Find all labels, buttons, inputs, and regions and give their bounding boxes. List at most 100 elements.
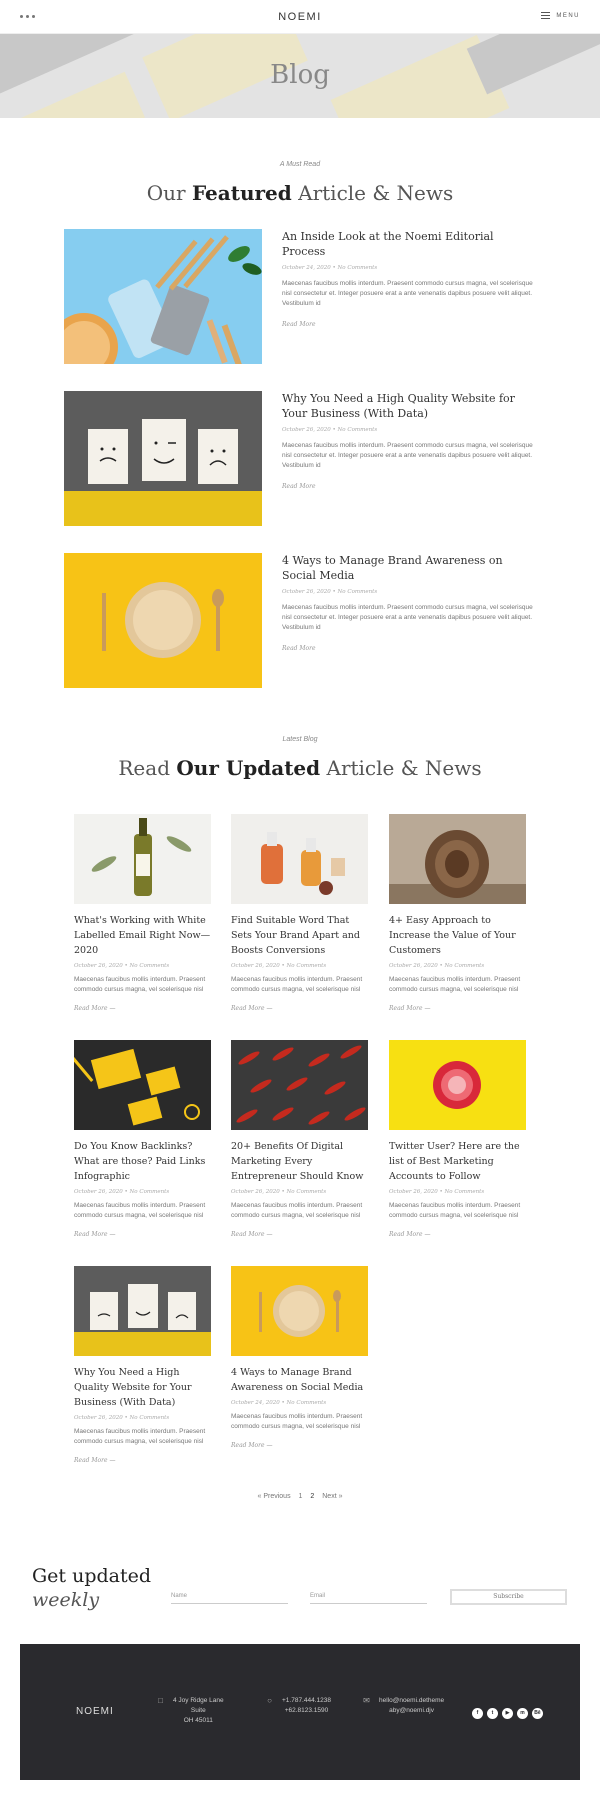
post-excerpt: Maecenas faucibus mollis interdum. Praes… <box>389 976 521 993</box>
latest-title: Read Our Updated Article & News <box>118 756 482 780</box>
post-title-link[interactable]: 4+ Easy Approach to Increase the Value o… <box>389 913 526 958</box>
read-more-link[interactable]: Read More — <box>74 1231 115 1238</box>
post-meta: October 24, 2020 • No Comments <box>231 1400 327 1406</box>
read-more-link[interactable]: Read More <box>282 645 316 652</box>
menu-label: MENU <box>556 12 580 19</box>
featured-post: An Inside Look at the Noemi Editorial Pr… <box>64 229 536 364</box>
post-excerpt: Maecenas faucibus mollis interdum. Praes… <box>282 442 533 469</box>
pagination: « Previous 1 2 Next » <box>0 1493 600 1500</box>
blog-card: 4+ Easy Approach to Increase the Value o… <box>389 814 526 1015</box>
post-title-link[interactable]: Twitter User? Here are the list of Best … <box>389 1139 526 1184</box>
address-line: OH 45011 <box>183 1717 213 1724</box>
name-input[interactable]: Name <box>171 1590 288 1604</box>
post-meta: October 26, 2020 • No Comments <box>282 427 378 433</box>
latest-kicker: Latest Blog <box>282 736 318 743</box>
post-meta: October 26, 2020 • No Comments <box>389 1189 485 1195</box>
post-image-red-button[interactable] <box>389 1040 526 1130</box>
facebook-icon[interactable]: f <box>472 1708 483 1719</box>
subscribe-heading-line1: Get updated <box>32 1565 152 1587</box>
post-title-link[interactable]: An Inside Look at the Noemi Editorial Pr… <box>282 229 536 259</box>
hamburger-icon <box>541 12 551 19</box>
post-title-link[interactable]: Why You Need a High Quality Website for … <box>282 391 536 421</box>
behance-icon[interactable]: Bē <box>532 1708 543 1719</box>
read-more-link[interactable]: Read More — <box>74 1005 115 1012</box>
post-title-link[interactable]: Find Suitable Word That Sets Your Brand … <box>231 913 368 958</box>
footer-address: □ 4 Joy Ridge Lane Suite OH 45011 <box>156 1696 224 1726</box>
emoji-faces-illustration <box>74 1266 211 1356</box>
post-meta: October 26, 2020 • No Comments <box>74 1189 170 1195</box>
address-line: Suite <box>190 1707 206 1714</box>
post-meta: October 26, 2020 • No Comments <box>231 1189 327 1195</box>
site-logo[interactable]: NOEMI <box>0 11 600 23</box>
subscribe-heading: Get updated weekly <box>32 1564 151 1612</box>
email-input[interactable]: Email <box>310 1590 427 1604</box>
email-line[interactable]: hello@noemi.detheme <box>379 1696 444 1706</box>
post-image-bottles[interactable] <box>231 814 368 904</box>
bottles-illustration <box>231 814 368 904</box>
post-title-link[interactable]: 4 Ways to Manage Brand Awareness on Soci… <box>282 553 536 583</box>
pagination-next[interactable]: Next » <box>322 1493 342 1500</box>
blog-card: Do You Know Backlinks? What are those? P… <box>74 1040 211 1241</box>
olive-oil-illustration <box>74 814 211 904</box>
menu-button[interactable]: MENU <box>541 12 580 19</box>
top-navigation-bar: NOEMI MENU <box>0 0 600 34</box>
pagination-page-2[interactable]: 2 <box>310 1493 314 1500</box>
post-meta: October 26, 2020 • No Comments <box>282 589 378 595</box>
yellow-stationery-illustration <box>74 1040 211 1130</box>
post-title-link[interactable]: 4 Ways to Manage Brand Awareness on Soci… <box>231 1365 368 1395</box>
twitter-icon[interactable]: t <box>487 1708 498 1719</box>
pinecone-illustration <box>389 814 526 904</box>
phone-line[interactable]: +62.8123.1590 <box>282 1706 331 1716</box>
post-image-pinecone[interactable] <box>389 814 526 904</box>
read-more-link[interactable]: Read More <box>282 321 316 328</box>
pagination-page-1[interactable]: 1 <box>299 1493 303 1500</box>
footer-email: ✉ hello@noemi.detheme aby@noemi.djv <box>362 1696 444 1716</box>
post-image-emoji-faces[interactable] <box>64 391 262 526</box>
post-title-link[interactable]: Why You Need a High Quality Website for … <box>74 1365 211 1410</box>
read-more-link[interactable]: Read More — <box>389 1231 430 1238</box>
post-excerpt: Maecenas faucibus mollis interdum. Praes… <box>231 1413 363 1430</box>
blog-card: Twitter User? Here are the list of Best … <box>389 1040 526 1241</box>
post-title-link[interactable]: 20+ Benefits Of Digital Marketing Every … <box>231 1139 368 1184</box>
post-meta: October 26, 2020 • No Comments <box>74 963 170 969</box>
pagination-previous[interactable]: « Previous <box>258 1493 291 1500</box>
post-image-yellow-stationery[interactable] <box>74 1040 211 1130</box>
blog-card: 20+ Benefits Of Digital Marketing Every … <box>231 1040 368 1241</box>
read-more-link[interactable]: Read More — <box>231 1231 272 1238</box>
subscribe-button[interactable]: Subscribe <box>450 1589 567 1605</box>
post-image-chili-peppers[interactable] <box>231 1040 368 1130</box>
kitchen-utensils-illustration <box>64 229 262 364</box>
emoji-faces-illustration <box>64 391 262 526</box>
address-line: 4 Joy Ridge Lane <box>173 1697 224 1704</box>
phone-icon: ○ <box>267 1696 272 1705</box>
read-more-link[interactable]: Read More <box>282 483 316 490</box>
post-image-olive-oil[interactable] <box>74 814 211 904</box>
featured-kicker: A Must Read <box>279 161 321 168</box>
post-image-kitchen-utensils[interactable] <box>64 229 262 364</box>
post-image-wooden-plate[interactable] <box>64 553 262 688</box>
footer-logo[interactable]: NOEMI <box>76 1706 114 1717</box>
read-more-link[interactable]: Read More — <box>74 1457 115 1464</box>
youtube-icon[interactable]: ▶ <box>502 1708 513 1719</box>
red-button-illustration <box>389 1040 526 1130</box>
subscribe-heading-line2: weekly <box>32 1589 100 1611</box>
post-image-wooden-plate[interactable] <box>231 1266 368 1356</box>
post-meta: October 24, 2020 • No Comments <box>282 265 378 271</box>
blog-card: Why You Need a High Quality Website for … <box>74 1266 211 1467</box>
post-excerpt: Maecenas faucibus mollis interdum. Praes… <box>231 1202 363 1219</box>
read-more-link[interactable]: Read More — <box>231 1442 272 1449</box>
email-line[interactable]: aby@noemi.djv <box>379 1706 444 1716</box>
post-image-emoji-faces[interactable] <box>74 1266 211 1356</box>
post-excerpt: Maecenas faucibus mollis interdum. Praes… <box>74 1202 206 1219</box>
post-meta: October 26, 2020 • No Comments <box>231 963 327 969</box>
post-title-link[interactable]: What's Working with White Labelled Email… <box>74 913 211 958</box>
read-more-link[interactable]: Read More — <box>231 1005 272 1012</box>
post-title-link[interactable]: Do You Know Backlinks? What are those? P… <box>74 1139 211 1184</box>
post-excerpt: Maecenas faucibus mollis interdum. Praes… <box>282 604 533 631</box>
featured-post: Why You Need a High Quality Website for … <box>64 391 536 526</box>
chili-peppers-illustration <box>231 1040 368 1130</box>
read-more-link[interactable]: Read More — <box>389 1005 430 1012</box>
phone-line[interactable]: +1.787.444.1238 <box>282 1696 331 1706</box>
wooden-plate-illustration <box>231 1266 368 1356</box>
messenger-icon[interactable]: m <box>517 1708 528 1719</box>
